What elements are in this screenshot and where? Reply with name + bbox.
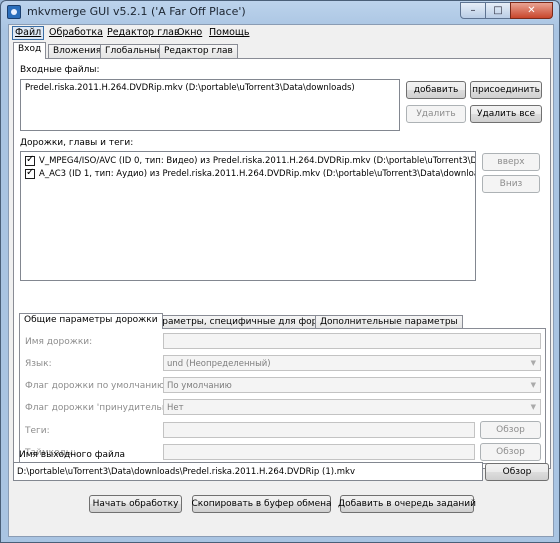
remove-button[interactable]: Удалить: [406, 105, 466, 123]
track-checkbox[interactable]: [25, 167, 35, 179]
minimize-button[interactable]: –: [460, 2, 486, 19]
app-icon: [7, 5, 21, 19]
language-label: Язык:: [25, 359, 52, 369]
menu-bar: Файл Обработка Редактор глав Окно Помощь: [9, 25, 553, 42]
tab-chapter-editor[interactable]: Редактор глав: [159, 44, 238, 58]
output-browse-button[interactable]: Обзор: [485, 463, 549, 481]
default-flag-label: Флаг дорожки по умолчанию:: [25, 381, 168, 391]
remove-all-button[interactable]: Удалить все: [470, 105, 542, 123]
forced-flag-select[interactable]: Нет ▼: [163, 399, 541, 415]
timecodes-browse-button[interactable]: Обзор: [480, 443, 541, 461]
language-value: und (Неопределенный): [167, 359, 271, 369]
append-button[interactable]: присоединить: [470, 81, 542, 99]
input-page: Входные файлы: Predel.riska.2011.H.264.D…: [13, 58, 551, 469]
tags-label: Теги:: [25, 426, 50, 436]
language-select[interactable]: und (Неопределенный) ▼: [163, 355, 541, 371]
add-to-job-queue-button[interactable]: Добавить в очередь заданий: [338, 495, 476, 513]
title-bar[interactable]: mkvmerge GUI v5.2.1 ('A Far Off Place') …: [1, 1, 559, 23]
track-row-audio[interactable]: A_AC3 (ID 1, тип: Аудио) из Predel.riska…: [25, 167, 476, 180]
tags-browse-button[interactable]: Обзор: [480, 421, 541, 439]
tags-input[interactable]: [163, 422, 475, 438]
track-checkbox[interactable]: [25, 154, 35, 166]
maximize-button[interactable]: □: [485, 2, 511, 19]
menu-window[interactable]: Окно: [175, 27, 204, 38]
input-files-label: Входные файлы:: [20, 65, 100, 75]
forced-flag-label: Флаг дорожки 'принудительно':: [25, 403, 179, 413]
track-name-input[interactable]: [163, 333, 541, 349]
tab-input[interactable]: Вход: [13, 42, 47, 59]
menu-help[interactable]: Помощь: [207, 27, 251, 38]
default-flag-select[interactable]: По умолчанию ▼: [163, 377, 541, 393]
chevron-down-icon: ▼: [530, 359, 536, 367]
tracks-label: Дорожки, главы и теги:: [20, 138, 134, 148]
output-file-input[interactable]: D:\portable\uTorrent3\Data\downloads\Pre…: [13, 462, 483, 481]
window-title: mkvmerge GUI v5.2.1 ('A Far Off Place'): [27, 5, 246, 18]
client-area: Файл Обработка Редактор глав Окно Помощь…: [8, 24, 554, 537]
add-button[interactable]: добавить: [406, 81, 466, 99]
track-label: V_MPEG4/ISO/AVC (ID 0, тип: Видео) из Pr…: [39, 156, 476, 166]
forced-flag-value: Нет: [167, 403, 184, 413]
input-files-list[interactable]: Predel.riska.2011.H.264.DVDRip.mkv (D:\p…: [20, 79, 400, 131]
menu-file[interactable]: Файл: [12, 26, 45, 40]
move-up-button[interactable]: вверх: [482, 153, 540, 171]
chevron-down-icon: ▼: [530, 381, 536, 389]
track-row-video[interactable]: V_MPEG4/ISO/AVC (ID 0, тип: Видео) из Pr…: [25, 154, 476, 167]
menu-processing[interactable]: Обработка: [47, 27, 105, 38]
start-muxing-button[interactable]: Начать обработку: [89, 495, 182, 513]
tracks-list[interactable]: V_MPEG4/ISO/AVC (ID 0, тип: Видео) из Pr…: [20, 151, 476, 281]
move-down-button[interactable]: Вниз: [482, 175, 540, 193]
track-params-panel: Имя дорожки: Язык: und (Неопределенный) …: [19, 328, 546, 464]
subtab-extra[interactable]: Дополнительные параметры: [315, 315, 463, 329]
copy-to-clipboard-button[interactable]: Скопировать в буфер обмена: [191, 495, 332, 513]
subtab-general[interactable]: Общие параметры дорожки: [19, 313, 163, 329]
app-window: mkvmerge GUI v5.2.1 ('A Far Off Place') …: [0, 0, 560, 543]
chevron-down-icon: ▼: [530, 403, 536, 411]
tab-attachments[interactable]: Вложения: [48, 44, 107, 58]
list-item[interactable]: Predel.riska.2011.H.264.DVDRip.mkv (D:\p…: [25, 83, 355, 93]
menu-chapter-editor[interactable]: Редактор глав: [105, 27, 182, 38]
default-flag-value: По умолчанию: [167, 381, 232, 391]
timecodes-input[interactable]: [163, 444, 475, 460]
window-controls: – □ ✕: [460, 2, 553, 19]
track-label: A_AC3 (ID 1, тип: Аудио) из Predel.riska…: [39, 169, 476, 179]
output-file-label: Имя выходного файла: [19, 450, 126, 460]
tab-global[interactable]: Глобальные: [100, 44, 168, 58]
track-name-label: Имя дорожки:: [25, 337, 93, 347]
close-button[interactable]: ✕: [510, 2, 553, 19]
